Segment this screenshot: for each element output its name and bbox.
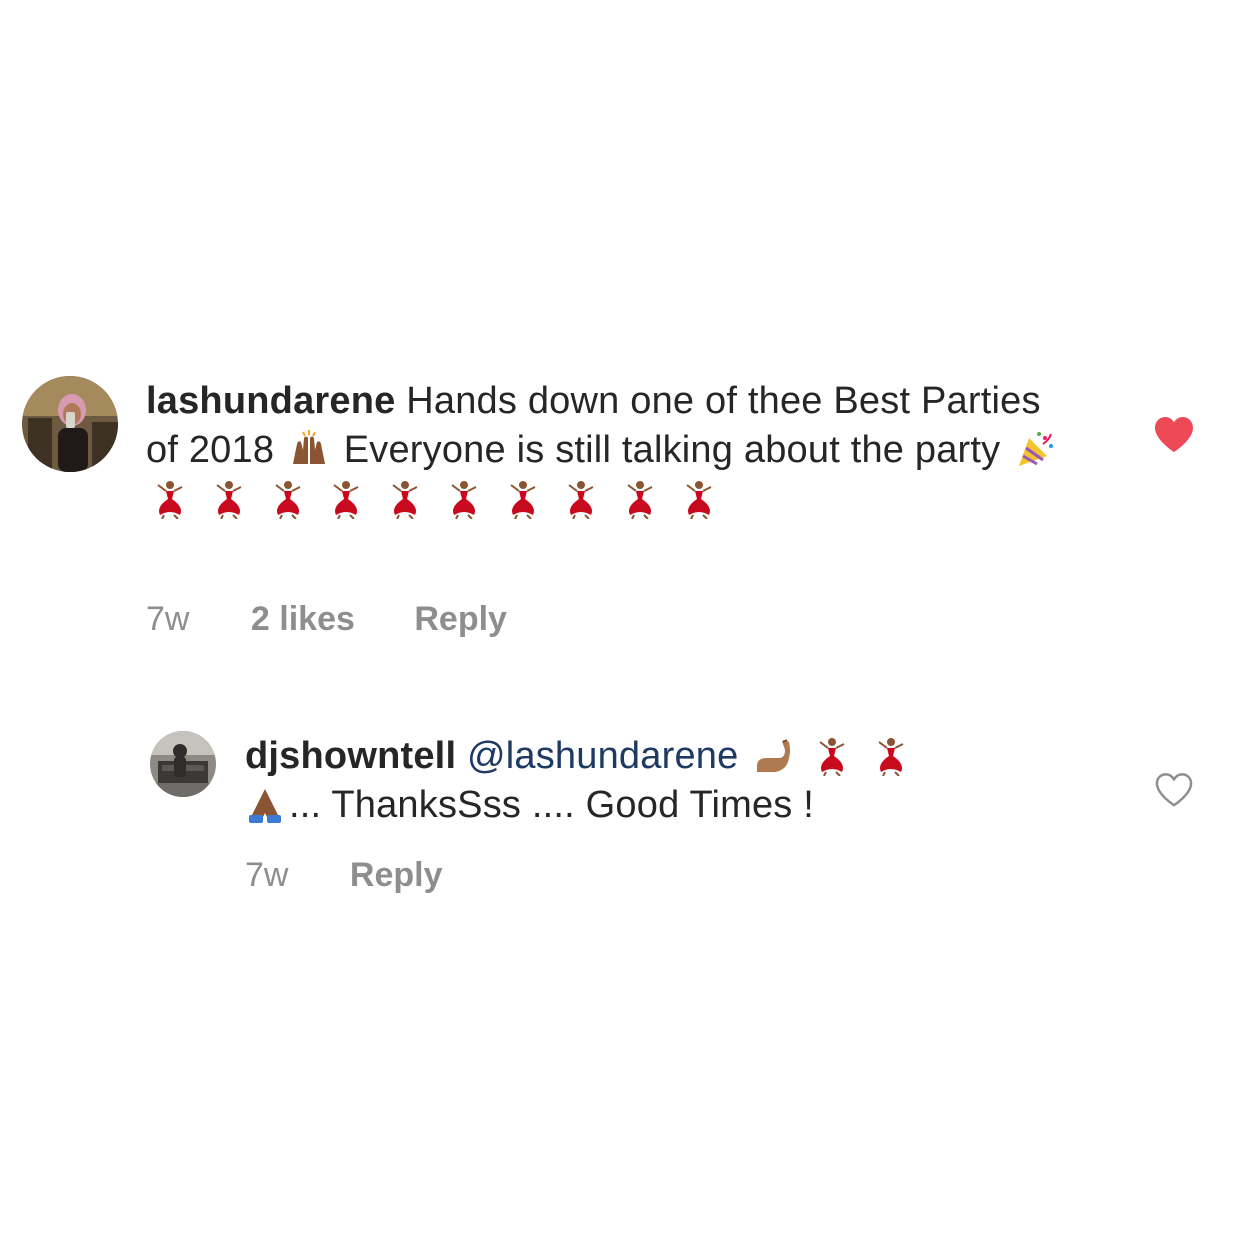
dancer-emoji: [268, 479, 308, 519]
comment-text: lashundarene Hands down one of thee Best…: [146, 377, 1076, 524]
reply-button[interactable]: Reply: [414, 600, 507, 639]
dancer-emoji: [871, 736, 911, 776]
like-button[interactable]: [1153, 416, 1195, 454]
comment-username[interactable]: djshowntell: [245, 735, 456, 777]
comment-meta: 7w Reply: [245, 856, 443, 895]
comment-timestamp: 7w: [245, 856, 289, 894]
flexed-biceps-emoji: [753, 736, 793, 776]
dancer-emoji: [385, 479, 425, 519]
mention-link[interactable]: @lashundarene: [467, 735, 738, 777]
like-count[interactable]: 2 likes: [251, 600, 355, 639]
avatar-photo: [150, 731, 216, 797]
dancer-emoji: [561, 479, 601, 519]
dancer-emoji: [150, 479, 190, 519]
comment-text: djshowntell @lashundarene ... ThanksSss …: [245, 732, 1075, 830]
dancer-emoji: [620, 479, 660, 519]
raising-hands-emoji: [289, 430, 329, 470]
heart-outline-icon: [1155, 773, 1193, 807]
comment-timestamp: 7w: [146, 600, 190, 638]
party-popper-emoji: [1015, 430, 1055, 470]
avatar[interactable]: [150, 731, 216, 797]
dancer-emoji: [812, 736, 852, 776]
dancer-emoji: [679, 479, 719, 519]
dancer-emoji: [503, 479, 543, 519]
avatar-photo: [22, 376, 118, 472]
reply-button[interactable]: Reply: [350, 856, 443, 895]
comment-username[interactable]: lashundarene: [146, 380, 395, 422]
like-button[interactable]: [1154, 772, 1194, 808]
comment-meta: 7w 2 likes Reply: [146, 600, 507, 639]
comment-text-part: Everyone is still talking about the part…: [343, 429, 1001, 471]
dancer-emoji: [444, 479, 484, 519]
dancer-emoji: [326, 479, 366, 519]
comment-text-part: ... ThanksSss .... Good Times !: [289, 784, 815, 826]
heart-filled-icon: [1155, 417, 1193, 452]
folded-hands-emoji: [245, 785, 285, 825]
dancer-emoji: [209, 479, 249, 519]
avatar[interactable]: [22, 376, 118, 472]
